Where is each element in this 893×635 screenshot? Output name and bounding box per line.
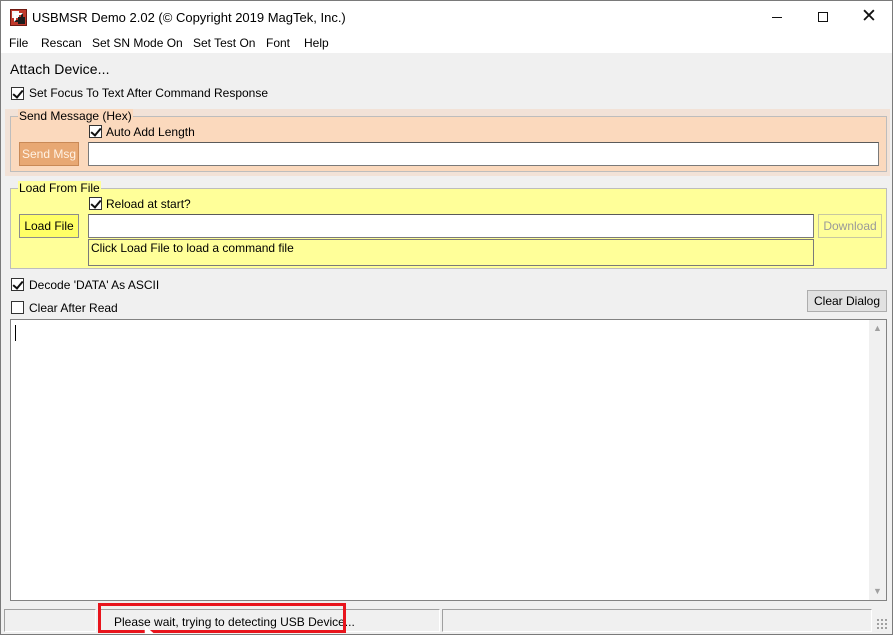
- clear-dialog-button[interactable]: Clear Dialog: [807, 290, 887, 312]
- set-focus-checkbox[interactable]: [11, 87, 24, 100]
- menu-set-test[interactable]: Set Test On: [193, 36, 255, 50]
- menu-file[interactable]: File: [9, 36, 28, 50]
- resize-grip-icon[interactable]: [876, 618, 888, 630]
- status-highlight-annotation: [98, 603, 346, 633]
- load-file-button[interactable]: Load File: [19, 214, 79, 238]
- maximize-icon: [818, 12, 828, 22]
- scroll-up-icon[interactable]: ▲: [869, 320, 886, 337]
- set-focus-label: Set Focus To Text After Command Response: [29, 86, 269, 100]
- send-message-input[interactable]: [88, 142, 879, 166]
- device-status-heading: Attach Device...: [10, 61, 110, 77]
- output-text-area[interactable]: ▲ ▼: [10, 319, 887, 601]
- auto-add-length-checkbox[interactable]: [89, 125, 102, 138]
- reload-at-start-checkbox[interactable]: [89, 197, 102, 210]
- window-title: USBMSR Demo 2.02 (© Copyright 2019 MagTe…: [32, 10, 346, 25]
- text-caret: [15, 325, 16, 341]
- reload-at-start-label: Reload at start?: [106, 197, 191, 211]
- title-bar[interactable]: USBMSR Demo 2.02 (© Copyright 2019 MagTe…: [1, 1, 892, 33]
- load-file-path-input[interactable]: [88, 214, 814, 238]
- close-button[interactable]: ✕: [846, 1, 892, 33]
- load-from-file-group-label: Load From File: [18, 181, 101, 195]
- status-panel-3: [442, 609, 872, 632]
- send-message-group-label: Send Message (Hex): [18, 109, 133, 123]
- clear-after-read-label: Clear After Read: [29, 301, 118, 315]
- icon-part-frame: [14, 13, 23, 22]
- decode-ascii-checkbox[interactable]: [11, 278, 24, 291]
- app-window: USBMSR Demo 2.02 (© Copyright 2019 MagTe…: [0, 0, 893, 635]
- menu-bar: File Rescan Set SN Mode On Set Test On F…: [1, 33, 892, 53]
- magtek-app-icon[interactable]: [10, 9, 27, 26]
- scroll-down-icon[interactable]: ▼: [869, 583, 886, 600]
- minimize-icon: [772, 17, 782, 18]
- menu-set-sn-mode[interactable]: Set SN Mode On: [92, 36, 183, 50]
- menu-font[interactable]: Font: [266, 36, 290, 50]
- auto-add-length-label: Auto Add Length: [106, 125, 195, 139]
- menu-rescan[interactable]: Rescan: [41, 36, 82, 50]
- minimize-button[interactable]: [754, 1, 800, 33]
- menu-help[interactable]: Help: [304, 36, 329, 50]
- vertical-scrollbar[interactable]: ▲ ▼: [869, 320, 886, 600]
- close-icon: ✕: [861, 6, 877, 27]
- download-button[interactable]: Download: [818, 214, 882, 238]
- clear-after-read-checkbox[interactable]: [11, 301, 24, 314]
- maximize-button[interactable]: [800, 1, 846, 33]
- load-file-info: Click Load File to load a command file: [88, 239, 814, 266]
- status-panel-1: [4, 609, 96, 632]
- decode-ascii-label: Decode 'DATA' As ASCII: [29, 278, 160, 292]
- send-msg-button[interactable]: Send Msg: [19, 142, 79, 166]
